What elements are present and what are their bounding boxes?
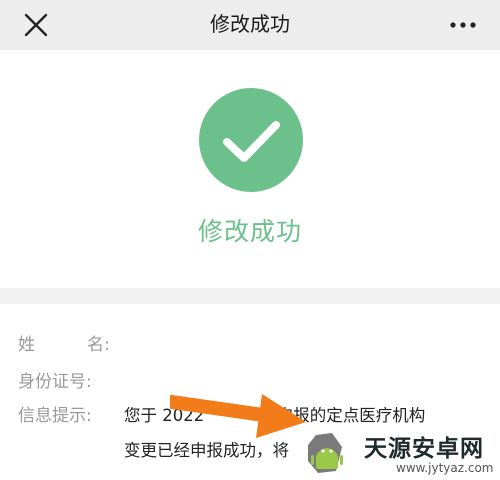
name-label-second: 名: [87, 335, 110, 355]
top-bar: 修改成功 [0, 0, 500, 50]
success-message: 修改成功 [197, 217, 302, 246]
watermark-title: 天源安卓网 [364, 436, 484, 462]
tip-label: 信息提示: [18, 406, 92, 426]
page: 修改成功 修改成功 姓名: 身份证号: 信息提示: 您于 2022 4申报的定点医… [0, 0, 500, 480]
id-label: 身份证号: [18, 372, 92, 392]
name-label: 姓 名: [18, 330, 110, 355]
android-logo-icon [308, 433, 343, 473]
section-divider [0, 288, 500, 304]
check-circle-icon [199, 88, 303, 192]
watermark: 天源安卓网 www.jytyaz.com [296, 425, 496, 480]
more-icon[interactable] [448, 14, 478, 36]
page-title: 修改成功 [210, 12, 290, 36]
success-panel: 修改成功 [0, 50, 500, 288]
watermark-url: www.jytyaz.com [396, 461, 494, 475]
name-label-first: 姓 [18, 335, 35, 355]
